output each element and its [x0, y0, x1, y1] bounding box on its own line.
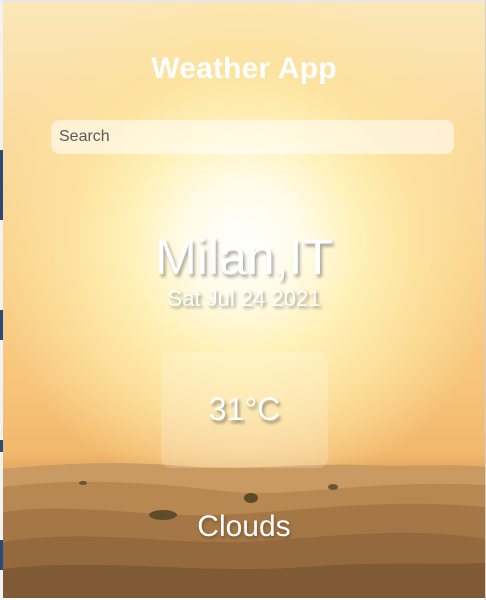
app-title: Weather App	[151, 52, 337, 85]
weather-condition: Clouds	[197, 510, 291, 543]
location-name: Milan,IT	[155, 229, 333, 285]
temperature-value: 31°C	[208, 391, 281, 427]
current-date: Sat Jul 24 2021	[167, 286, 321, 311]
page: Weather App Milan,IT Sat Jul 24 2021 31°…	[0, 0, 486, 600]
weather-app: Weather App Milan,IT Sat Jul 24 2021 31°…	[3, 2, 485, 598]
search-input[interactable]	[51, 120, 454, 154]
temperature-card: 31°C	[161, 352, 328, 468]
